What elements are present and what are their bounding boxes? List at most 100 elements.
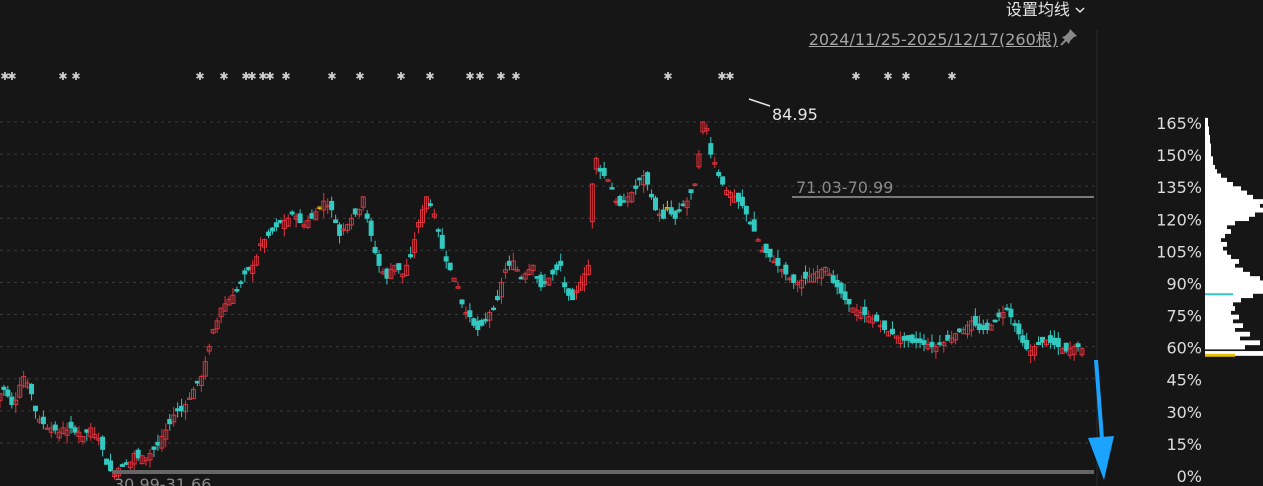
candle [538,274,544,288]
volume-profile-bar [1205,263,1235,269]
volume-profile-bar [1205,259,1239,264]
candle [483,318,489,322]
candle [862,306,868,316]
candle [609,187,615,190]
candle [901,335,907,341]
candle [1012,323,1018,326]
candle [929,341,935,348]
candle [265,231,271,236]
candle [747,221,753,225]
volume-profile-bar [1205,203,1260,209]
event-marker-icon: ✱ [725,70,734,83]
y-tick-label: 75% [1166,307,1202,326]
gridlines [0,30,1098,486]
volume-profile-bar [1205,177,1227,183]
event-marker-icon: ✱ [947,70,956,83]
volume-profile-bar [1205,323,1243,329]
event-marker-icon: ✱ [496,70,505,83]
candle [123,462,129,465]
candle [735,192,741,202]
candle [957,328,963,333]
candle [234,289,240,292]
event-marker-icon: ✱ [425,70,434,83]
y-tick-label: 105% [1156,242,1202,261]
candle [337,224,343,236]
candle [637,177,643,181]
low-label: 30.99-31.66 [114,475,211,486]
candle [467,310,473,318]
candle [352,208,358,215]
candle [72,427,78,433]
candle [104,458,110,465]
candle [984,322,990,331]
volume-profile-bar [1205,241,1227,247]
candle [297,213,303,224]
candle [273,222,279,228]
down-arrow-icon [1088,359,1114,480]
volume-profile-bar [1205,199,1263,204]
candle [570,289,576,301]
candle [846,298,852,305]
candle [167,418,173,425]
volume-profile-bar [1205,229,1231,234]
candle [976,323,982,331]
candle [874,314,880,322]
event-marker-icon: ✱ [219,70,228,83]
event-marker-icon: ✱ [327,70,336,83]
candle [617,195,623,206]
candle [246,266,252,271]
candle [479,319,485,326]
candle [1016,323,1022,335]
candle [329,200,335,211]
candle [972,316,978,326]
y-tick-label: 135% [1156,178,1202,197]
volume-profile-bar [1205,152,1211,157]
candle [1040,336,1046,343]
candle [518,276,524,280]
candle [242,270,248,275]
volume-profile-bar [1205,327,1235,333]
candle [155,441,161,446]
candle [680,203,686,207]
candle [1008,308,1014,318]
volume-profile-bar [1205,139,1210,145]
candle [5,389,11,397]
candle [720,176,726,185]
candle [621,200,627,203]
event-marker-icon: ✱ [58,70,67,83]
volume-profile [1205,117,1263,357]
event-marker-icon: ✱ [396,70,405,83]
event-marker-icon: ✱ [901,70,910,83]
candle [40,416,46,425]
candle [376,253,382,266]
event-marker-icon: ✱ [851,70,860,83]
volume-profile-bar [1205,224,1227,230]
volume-profile-bar [1205,246,1223,252]
candle [84,429,90,433]
volume-profile-bar [1205,207,1263,213]
candle [384,268,390,279]
candle [882,320,888,331]
candle [601,167,607,176]
candle [1051,337,1057,345]
candle [175,408,181,412]
y-tick-label: 120% [1156,210,1202,229]
event-marker-icon: ✱ [883,70,892,83]
high-pointer [748,98,771,107]
candle [277,219,283,224]
volume-profile-bar [1205,340,1260,346]
candle [9,396,15,405]
candle [838,282,844,294]
y-tick-label: 15% [1166,435,1202,454]
candle [108,460,114,472]
candle [889,328,895,335]
event-marker-icon: ✱ [7,70,16,83]
volume-profile-bar [1205,314,1239,320]
candle [309,213,315,219]
volume-profile-bar [1205,164,1215,170]
candle [1024,340,1030,350]
candle [830,275,836,283]
candle [289,211,295,215]
candlestick-chart: ✱✱ ✱ ✱ ✱ ✱ ✱✱ ✱✱ ✱ ✱ ✱ ✱ ✱ ✱ ✱ ✱ ✱ ✱ ✱✱ ✱ ✱ ✱ ✱ 84.95 71.03-7… [0,30,1263,486]
level-label: 71.03-70.99 [796,178,893,197]
